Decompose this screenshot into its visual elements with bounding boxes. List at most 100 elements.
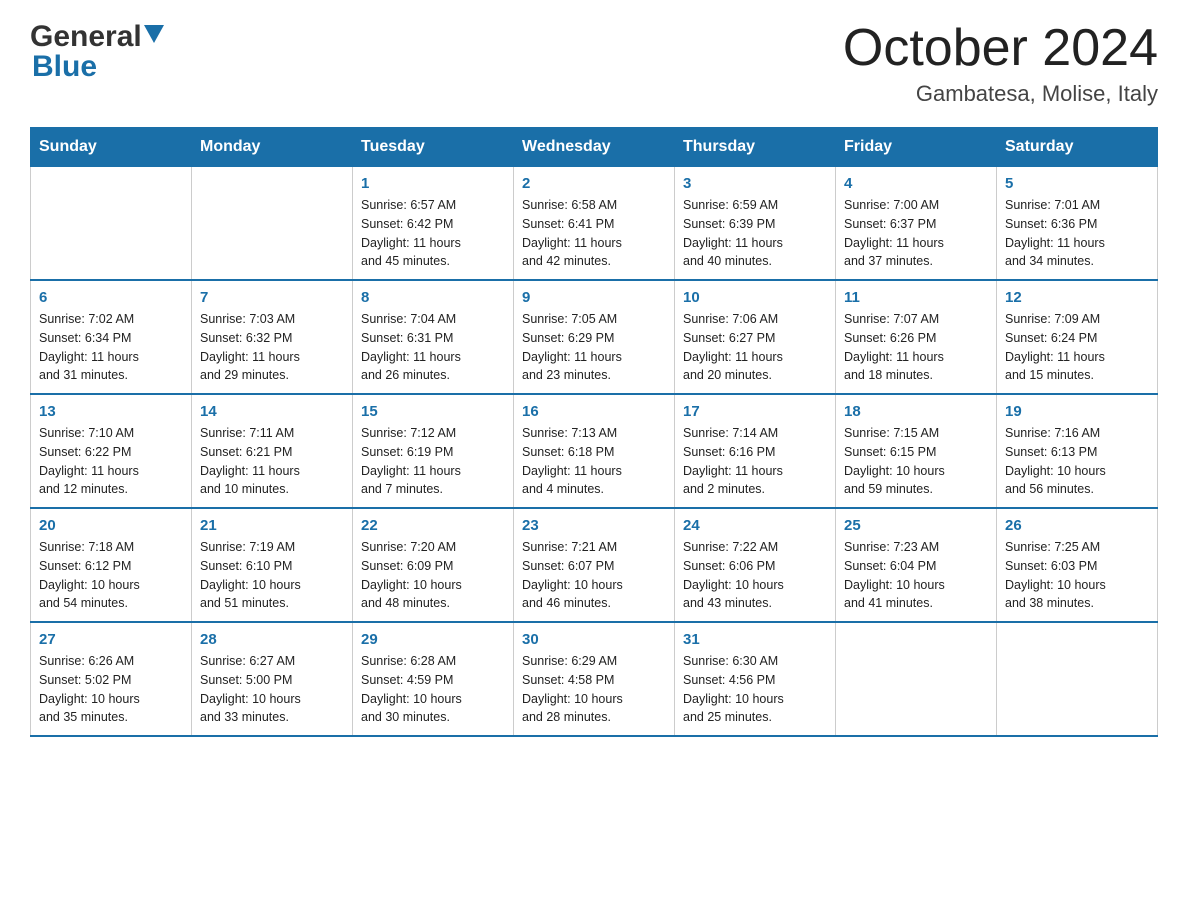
day-number: 16 [522,403,666,420]
calendar-cell: 2Sunrise: 6:58 AM Sunset: 6:41 PM Daylig… [514,167,675,281]
day-info: Sunrise: 6:29 AM Sunset: 4:58 PM Dayligh… [522,652,666,727]
calendar-cell: 13 Sunrise: 7:10 AM Sunset: 6:22 PM Dayli… [31,394,192,508]
calendar-cell [997,622,1158,736]
calendar-header-sunday: Sunday [31,128,192,167]
location-text: Gambatesa, Molise, Italy [843,81,1158,107]
day-number: 29 [361,631,505,648]
day-number: 21 [200,517,344,534]
day-number: 1 [361,175,505,192]
day-info: Sunrise: 7:13 AM Sunset: 6:18 PM Dayligh… [522,424,666,499]
calendar-cell: 1 Sunrise: 6:57 AM Sunset: 6:42 PM Daylig… [353,167,514,281]
calendar-cell: 20 Sunrise: 7:18 AM Sunset: 6:12 PM Dayli… [31,508,192,622]
day-number: 26 [1005,517,1149,534]
day-info: Sunrise: 6:57 AM Sunset: 6:42 PM Dayligh… [361,196,505,271]
calendar-cell: 27 Sunrise: 6:26 AM Sunset: 5:02 PM Dayli… [31,622,192,736]
calendar-header-wednesday: Wednesday [514,128,675,167]
calendar-cell: 16 Sunrise: 7:13 AM Sunset: 6:18 PM Dayli… [514,394,675,508]
day-info: Sunrise: 7:10 AM Sunset: 6:22 PM Dayligh… [39,424,183,499]
day-info: Sunrise: 7:12 AM Sunset: 6:19 PM Dayligh… [361,424,505,499]
day-number: 18 [844,403,988,420]
logo-blue-text: Blue [30,50,97,84]
calendar-cell: 5 Sunrise: 7:01 AM Sunset: 6:36 PM Daylig… [997,167,1158,281]
calendar-cell: 21Sunrise: 7:19 AM Sunset: 6:10 PM Dayli… [192,508,353,622]
calendar-cell: 29 Sunrise: 6:28 AM Sunset: 4:59 PM Dayli… [353,622,514,736]
logo-triangle-icon [144,25,164,45]
day-number: 6 [39,289,183,306]
logo-general-text: General [30,20,142,54]
calendar-cell: 10Sunrise: 7:06 AM Sunset: 6:27 PM Dayli… [675,280,836,394]
calendar-cell: 4 Sunrise: 7:00 AM Sunset: 6:37 PM Daylig… [836,167,997,281]
day-info: Sunrise: 7:25 AM Sunset: 6:03 PM Dayligh… [1005,538,1149,613]
calendar-header-saturday: Saturday [997,128,1158,167]
calendar-cell: 24Sunrise: 7:22 AM Sunset: 6:06 PM Dayli… [675,508,836,622]
day-info: Sunrise: 7:22 AM Sunset: 6:06 PM Dayligh… [683,538,827,613]
month-title: October 2024 [843,20,1158,77]
day-number: 5 [1005,175,1149,192]
day-info: Sunrise: 6:26 AM Sunset: 5:02 PM Dayligh… [39,652,183,727]
calendar-cell [31,167,192,281]
day-info: Sunrise: 7:09 AM Sunset: 6:24 PM Dayligh… [1005,310,1149,385]
day-number: 31 [683,631,827,648]
day-number: 17 [683,403,827,420]
calendar-cell: 17 Sunrise: 7:14 AM Sunset: 6:16 PM Dayli… [675,394,836,508]
calendar-cell: 31 Sunrise: 6:30 AM Sunset: 4:56 PM Dayli… [675,622,836,736]
day-info: Sunrise: 6:59 AM Sunset: 6:39 PM Dayligh… [683,196,827,271]
calendar-cell: 23 Sunrise: 7:21 AM Sunset: 6:07 PM Dayli… [514,508,675,622]
day-info: Sunrise: 7:11 AM Sunset: 6:21 PM Dayligh… [200,424,344,499]
day-info: Sunrise: 7:00 AM Sunset: 6:37 PM Dayligh… [844,196,988,271]
day-info: Sunrise: 7:03 AM Sunset: 6:32 PM Dayligh… [200,310,344,385]
day-info: Sunrise: 7:23 AM Sunset: 6:04 PM Dayligh… [844,538,988,613]
calendar-cell: 15Sunrise: 7:12 AM Sunset: 6:19 PM Dayli… [353,394,514,508]
day-number: 11 [844,289,988,306]
day-number: 27 [39,631,183,648]
day-number: 7 [200,289,344,306]
day-number: 13 [39,403,183,420]
title-block: October 2024 Gambatesa, Molise, Italy [843,20,1158,107]
day-number: 14 [200,403,344,420]
day-number: 20 [39,517,183,534]
day-info: Sunrise: 7:18 AM Sunset: 6:12 PM Dayligh… [39,538,183,613]
day-info: Sunrise: 7:21 AM Sunset: 6:07 PM Dayligh… [522,538,666,613]
calendar-cell [836,622,997,736]
calendar-week-row: 27 Sunrise: 6:26 AM Sunset: 5:02 PM Dayli… [31,622,1158,736]
day-info: Sunrise: 6:58 AM Sunset: 6:41 PM Dayligh… [522,196,666,271]
calendar-cell: 8Sunrise: 7:04 AM Sunset: 6:31 PM Daylig… [353,280,514,394]
day-info: Sunrise: 7:16 AM Sunset: 6:13 PM Dayligh… [1005,424,1149,499]
day-info: Sunrise: 7:04 AM Sunset: 6:31 PM Dayligh… [361,310,505,385]
day-number: 22 [361,517,505,534]
calendar-cell: 12Sunrise: 7:09 AM Sunset: 6:24 PM Dayli… [997,280,1158,394]
calendar-cell: 7 Sunrise: 7:03 AM Sunset: 6:32 PM Daylig… [192,280,353,394]
calendar-cell: 19Sunrise: 7:16 AM Sunset: 6:13 PM Dayli… [997,394,1158,508]
day-info: Sunrise: 7:02 AM Sunset: 6:34 PM Dayligh… [39,310,183,385]
day-number: 4 [844,175,988,192]
logo-line1: General [30,20,164,54]
calendar-header-monday: Monday [192,128,353,167]
calendar-cell [192,167,353,281]
day-number: 28 [200,631,344,648]
day-number: 10 [683,289,827,306]
day-number: 30 [522,631,666,648]
calendar-header-friday: Friday [836,128,997,167]
calendar-cell: 25 Sunrise: 7:23 AM Sunset: 6:04 PM Dayli… [836,508,997,622]
day-info: Sunrise: 6:30 AM Sunset: 4:56 PM Dayligh… [683,652,827,727]
day-info: Sunrise: 6:28 AM Sunset: 4:59 PM Dayligh… [361,652,505,727]
calendar-cell: 22 Sunrise: 7:20 AM Sunset: 6:09 PM Dayli… [353,508,514,622]
day-info: Sunrise: 7:20 AM Sunset: 6:09 PM Dayligh… [361,538,505,613]
calendar-cell: 9Sunrise: 7:05 AM Sunset: 6:29 PM Daylig… [514,280,675,394]
day-number: 3 [683,175,827,192]
day-info: Sunrise: 7:05 AM Sunset: 6:29 PM Dayligh… [522,310,666,385]
calendar-header-row: SundayMondayTuesdayWednesdayThursdayFrid… [31,128,1158,167]
calendar-cell: 30 Sunrise: 6:29 AM Sunset: 4:58 PM Dayli… [514,622,675,736]
day-info: Sunrise: 7:15 AM Sunset: 6:15 PM Dayligh… [844,424,988,499]
day-number: 25 [844,517,988,534]
day-info: Sunrise: 6:27 AM Sunset: 5:00 PM Dayligh… [200,652,344,727]
day-info: Sunrise: 7:07 AM Sunset: 6:26 PM Dayligh… [844,310,988,385]
calendar-cell: 18 Sunrise: 7:15 AM Sunset: 6:15 PM Dayli… [836,394,997,508]
day-number: 23 [522,517,666,534]
calendar-header-tuesday: Tuesday [353,128,514,167]
day-info: Sunrise: 7:01 AM Sunset: 6:36 PM Dayligh… [1005,196,1149,271]
calendar-cell: 28 Sunrise: 6:27 AM Sunset: 5:00 PM Dayli… [192,622,353,736]
day-info: Sunrise: 7:14 AM Sunset: 6:16 PM Dayligh… [683,424,827,499]
calendar-cell: 14 Sunrise: 7:11 AM Sunset: 6:21 PM Dayli… [192,394,353,508]
calendar-table: SundayMondayTuesdayWednesdayThursdayFrid… [30,127,1158,737]
